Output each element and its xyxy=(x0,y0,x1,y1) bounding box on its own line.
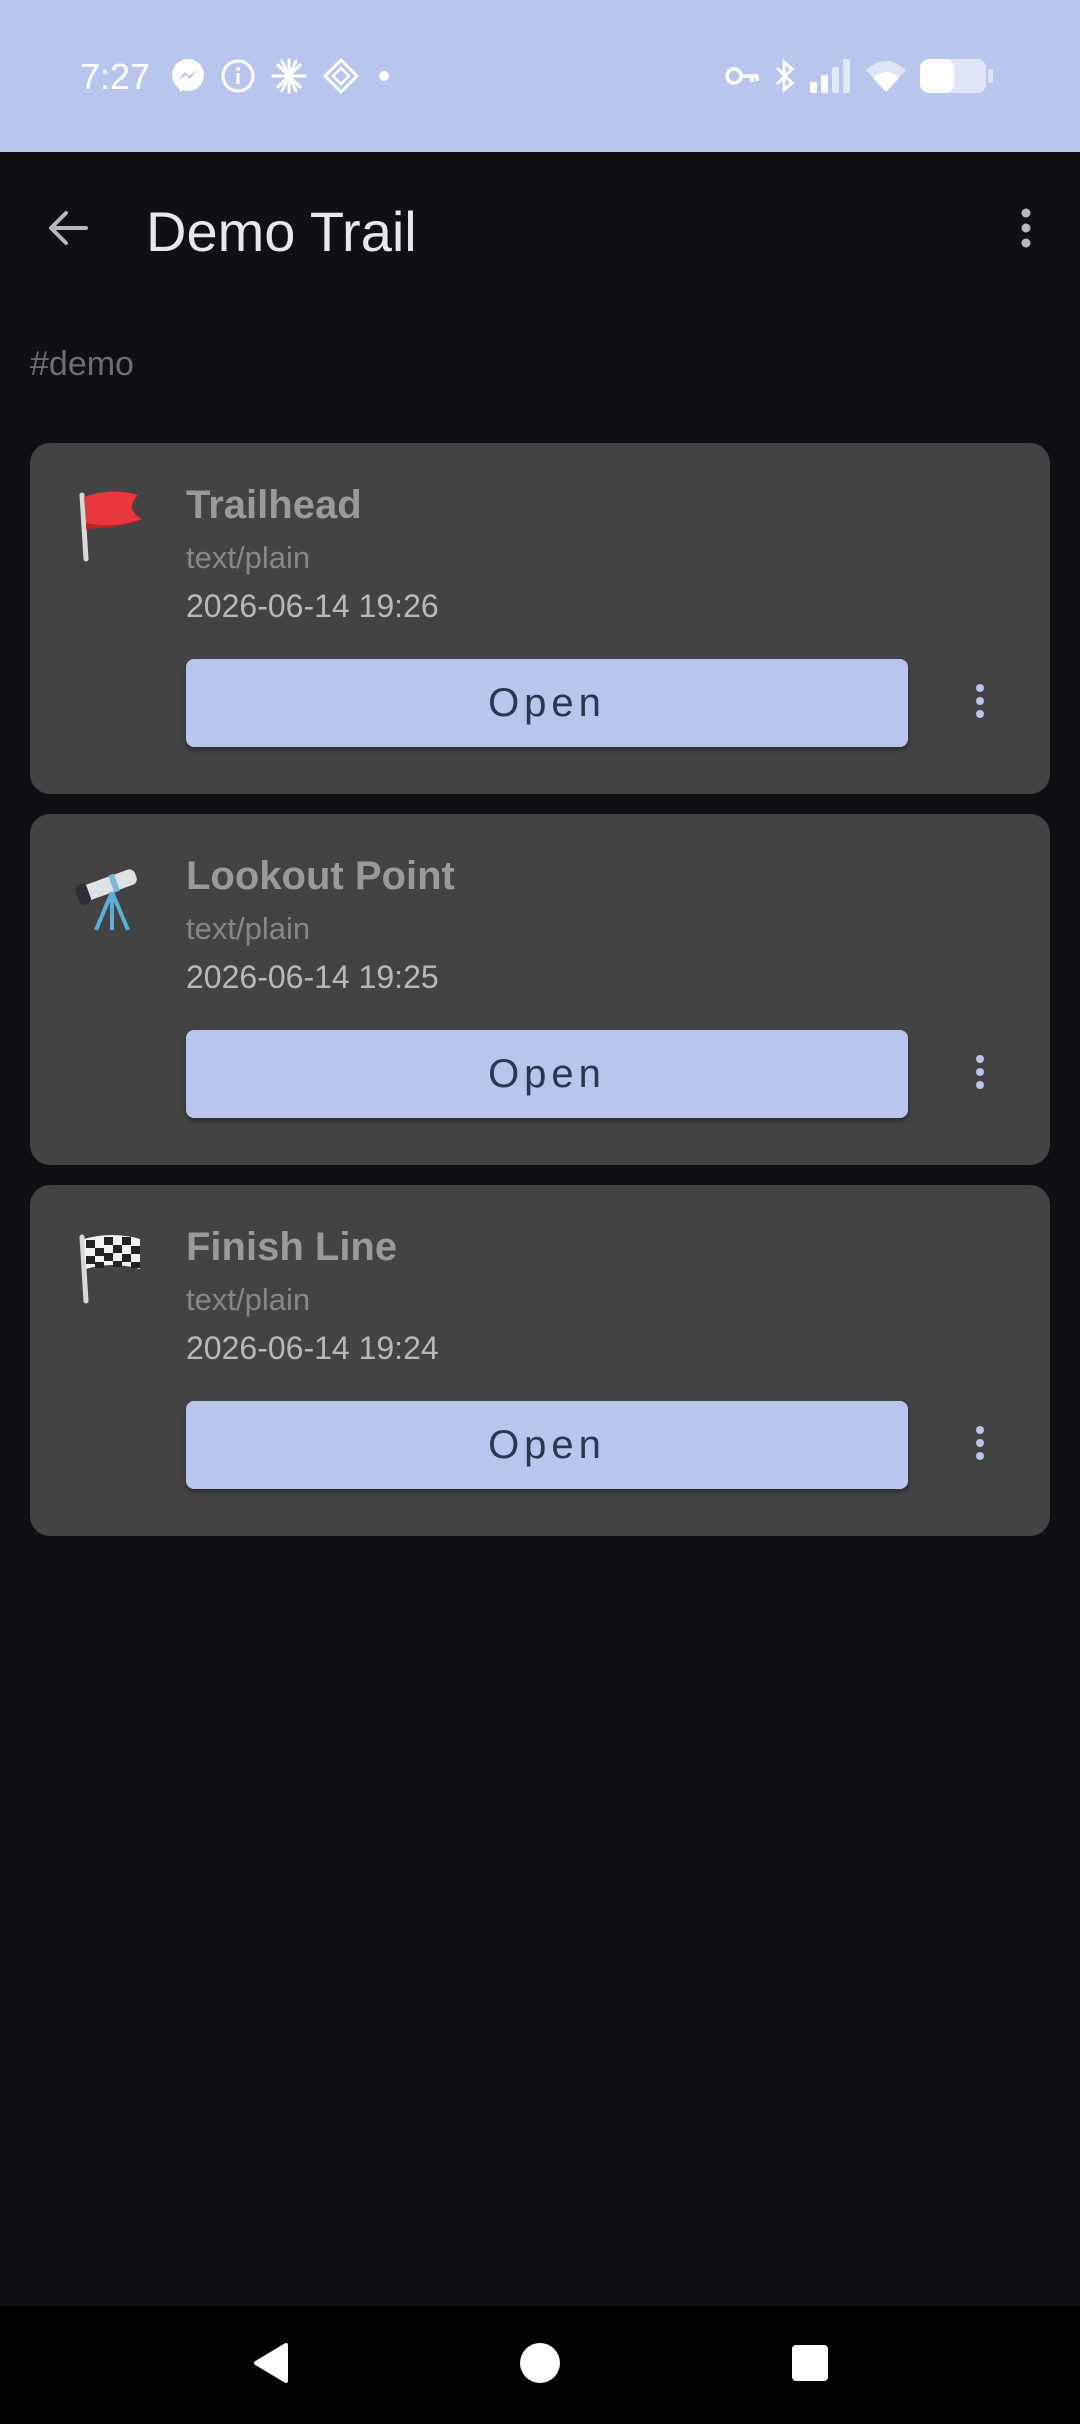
page-title: Demo Trail xyxy=(146,200,417,263)
diamond-icon xyxy=(322,57,360,95)
item-date: 2026-06-14 19:25 xyxy=(186,959,439,995)
nav-recents-button[interactable] xyxy=(770,2330,850,2400)
list-item: Lookout Point text/plain 2026-06-14 19:2… xyxy=(30,814,1050,1165)
key-icon xyxy=(724,61,762,91)
more-vert-icon xyxy=(1020,208,1032,253)
status-notification-icons xyxy=(170,56,394,96)
open-button[interactable]: Open xyxy=(186,1401,908,1489)
status-bar: 7:27 xyxy=(0,0,1080,152)
flag-icon xyxy=(72,485,152,565)
arrow-back-icon xyxy=(46,208,90,253)
item-mime: text/plain xyxy=(186,1282,311,1317)
list-item: Finish Line text/plain 2026-06-14 19:24 … xyxy=(30,1185,1050,1536)
item-date: 2026-06-14 19:26 xyxy=(186,588,439,624)
item-mime: text/plain xyxy=(186,911,311,946)
wifi-icon xyxy=(864,58,908,94)
list-item: Trailhead text/plain 2026-06-14 19:26 Op… xyxy=(30,443,1050,794)
checkered-flag-icon xyxy=(72,1227,152,1307)
overflow-menu-button[interactable] xyxy=(986,190,1066,270)
nav-back-button[interactable] xyxy=(230,2330,310,2400)
item-date: 2026-06-14 19:24 xyxy=(186,1330,439,1366)
messenger-icon xyxy=(170,58,206,94)
app-bar: Demo Trail xyxy=(0,152,1080,312)
telescope-icon xyxy=(72,856,152,936)
nav-home-button[interactable] xyxy=(500,2330,580,2400)
open-button[interactable]: Open xyxy=(186,1030,908,1118)
back-button[interactable] xyxy=(28,190,108,270)
bluetooth-icon xyxy=(772,57,798,95)
item-more-button[interactable] xyxy=(946,1040,1014,1108)
item-mime: text/plain xyxy=(186,540,311,575)
more-vert-icon xyxy=(975,1425,985,1465)
battery-icon xyxy=(918,57,994,95)
more-vert-icon xyxy=(975,1054,985,1094)
home-circle-icon xyxy=(518,2341,562,2390)
more-vert-icon xyxy=(975,683,985,723)
info-icon xyxy=(220,58,256,94)
system-nav-bar xyxy=(0,2306,1080,2424)
status-time: 7:27 xyxy=(80,56,151,97)
item-more-button[interactable] xyxy=(946,669,1014,737)
item-name: Finish Line xyxy=(186,1225,398,1269)
open-button[interactable]: Open xyxy=(186,659,908,747)
recents-square-icon xyxy=(790,2343,830,2388)
item-more-button[interactable] xyxy=(946,1411,1014,1479)
signal-icon xyxy=(808,58,854,94)
status-system-icons xyxy=(724,56,994,96)
dot-icon xyxy=(374,66,394,86)
back-triangle-icon xyxy=(250,2341,290,2390)
sparkle-icon xyxy=(270,57,308,95)
item-name: Lookout Point xyxy=(186,854,455,898)
tag-label[interactable]: #demo xyxy=(30,342,134,386)
item-name: Trailhead xyxy=(186,483,362,527)
